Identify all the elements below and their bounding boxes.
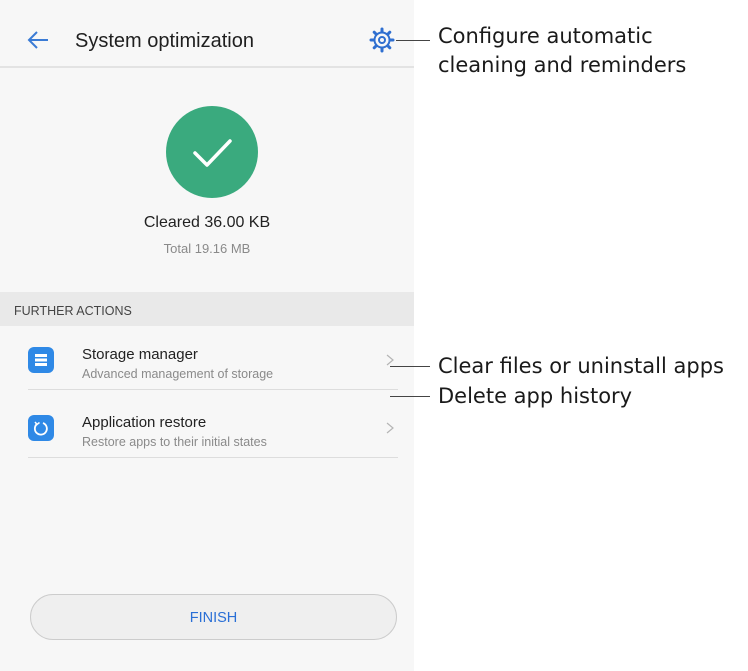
- callout-leader-settings: [396, 40, 430, 41]
- back-arrow-icon: [27, 31, 48, 49]
- success-badge: [166, 106, 258, 198]
- total-amount: Total 19.16 MB: [163, 241, 251, 256]
- gear-icon: [369, 27, 395, 53]
- list-item-description: Restore apps to their initial states: [82, 435, 267, 449]
- phone-screen: System optimization Cleared 36.00 KB Tot…: [0, 0, 414, 671]
- divider: [28, 389, 398, 390]
- cleared-amount: Cleared 36.00 KB: [143, 214, 271, 231]
- list-item-storage-manager[interactable]: Storage manager Advanced management of s…: [0, 330, 414, 390]
- callout-leader-restore: [390, 396, 430, 397]
- list-item-label: Storage manager: [82, 346, 198, 363]
- chevron-right-icon: [385, 420, 397, 436]
- storage-icon: [28, 347, 54, 373]
- callout-storage: Clear files or uninstall apps: [438, 354, 724, 378]
- callout-settings: Configure automatic cleaning and reminde…: [438, 24, 687, 77]
- list-item-label: Application restore: [82, 414, 207, 431]
- checkmark-icon: [193, 139, 232, 167]
- list-item-description: Advanced management of storage: [82, 367, 274, 381]
- page-title: System optimization: [75, 30, 254, 52]
- app-bar: System optimization: [0, 0, 414, 68]
- callout-leader-storage: [390, 366, 430, 367]
- restore-icon: [28, 415, 54, 441]
- section-header: FURTHER ACTIONS: [0, 292, 414, 326]
- section-title: FURTHER ACTIONS: [14, 304, 132, 318]
- settings-button[interactable]: [368, 26, 396, 54]
- finish-button[interactable]: FINISH: [30, 594, 397, 640]
- callout-restore: Delete app history: [438, 384, 633, 408]
- divider: [28, 457, 398, 458]
- back-button[interactable]: [26, 27, 54, 55]
- list-item-application-restore[interactable]: Application restore Restore apps to thei…: [0, 398, 414, 458]
